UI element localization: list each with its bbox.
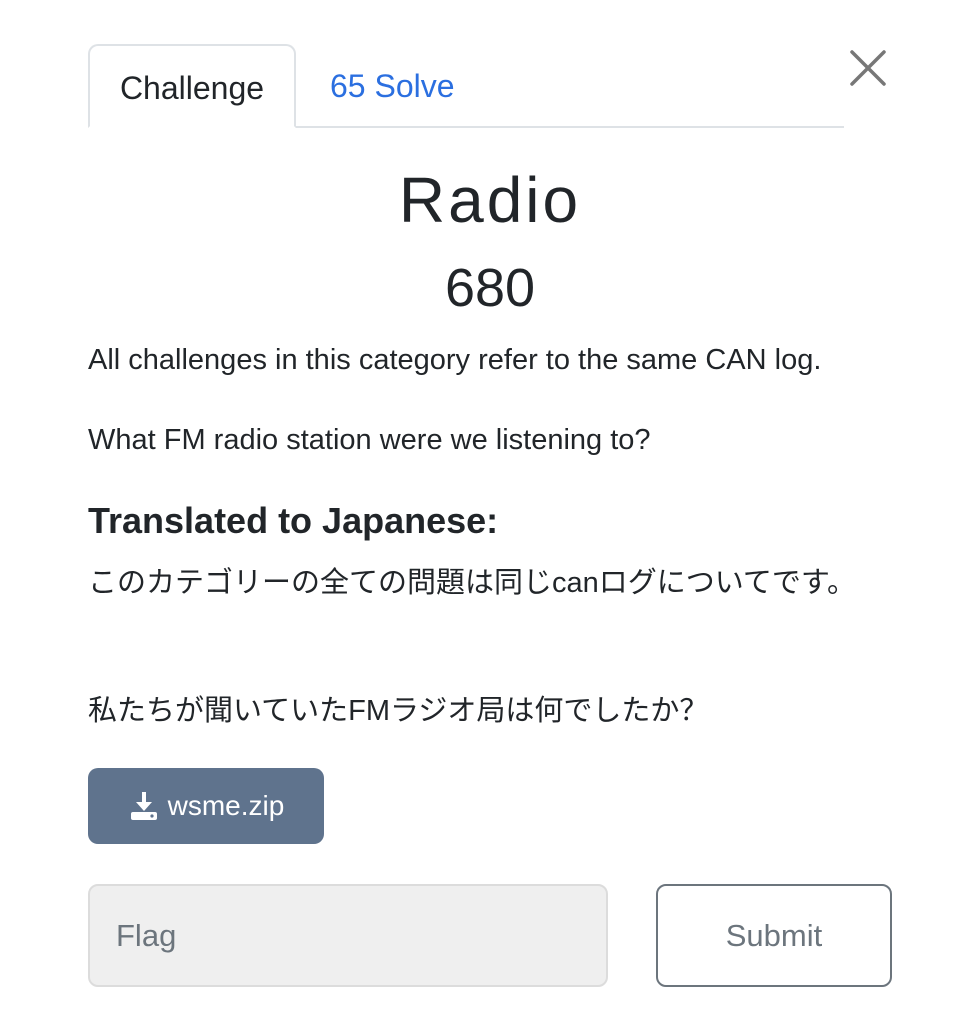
tab-bar: Challenge 65 Solve	[88, 44, 844, 128]
challenge-modal: Challenge 65 Solve Radio 680 All challen…	[0, 0, 966, 1016]
download-file-button[interactable]: wsme.zip	[88, 768, 324, 844]
challenge-points: 680	[444, 258, 536, 318]
description-paragraph-1: All challenges in this category refer to…	[88, 344, 822, 376]
description-jp-paragraph-2: 私たちが聞いていたFMラジオ局は何でしたか？	[88, 695, 709, 727]
description-jp-paragraph-1: このカテゴリーの全ての問題は同じcanログについてです。	[88, 567, 856, 599]
tab-challenge[interactable]: Challenge	[88, 44, 296, 128]
close-icon	[850, 50, 886, 86]
submit-button[interactable]: Submit	[656, 884, 892, 987]
download-icon	[130, 792, 157, 820]
challenge-title: Radio	[398, 164, 582, 236]
download-file-label: wsme.zip	[167, 790, 285, 821]
flag-input[interactable]	[88, 884, 608, 987]
translation-heading: Translated to Japanese:	[88, 500, 499, 541]
tab-solves[interactable]: 65 Solve	[330, 44, 455, 128]
description-paragraph-2: What FM radio station were we listening …	[88, 424, 651, 456]
close-button[interactable]	[848, 48, 888, 88]
